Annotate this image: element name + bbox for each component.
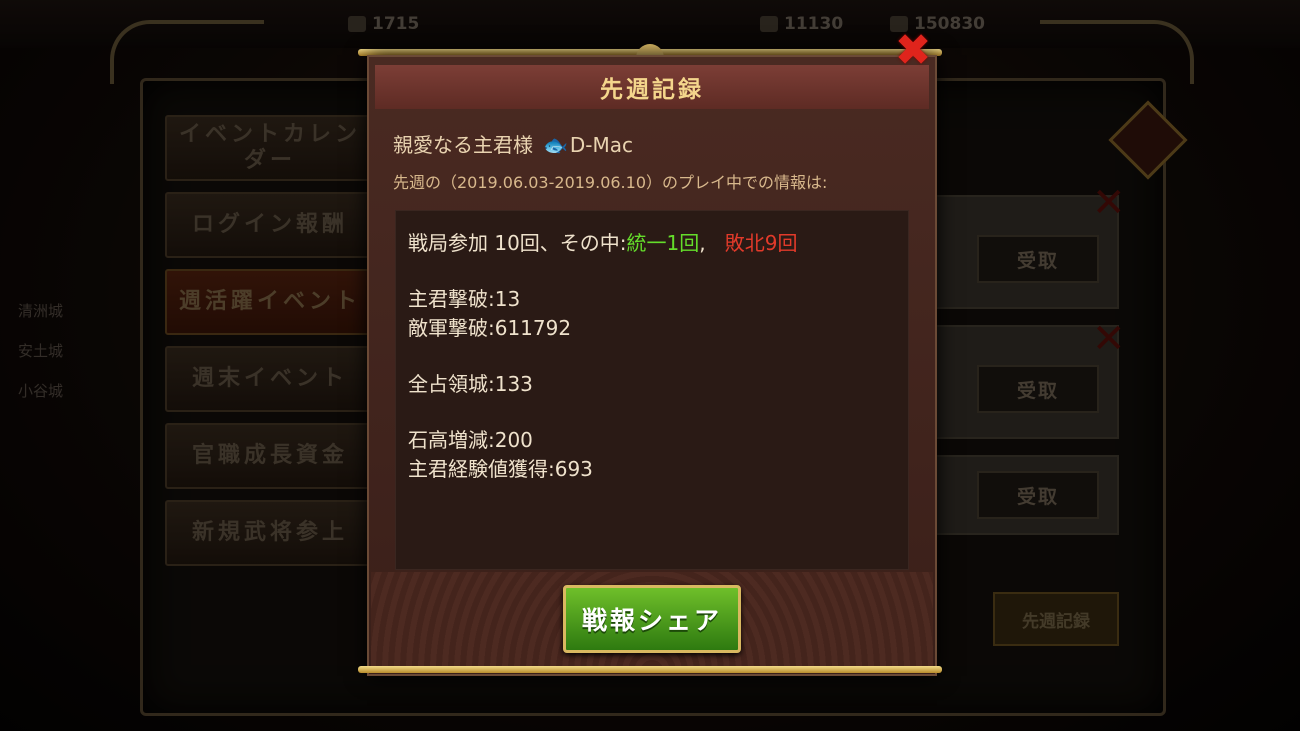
- fish-icon: 🐟: [543, 133, 568, 157]
- unify-count: 統一1回: [626, 231, 700, 255]
- scroll-rod-bottom: [358, 666, 942, 673]
- castles-occupied: 全占領城:133: [408, 372, 533, 396]
- enemy-kills: 敵軍撃破:611792: [408, 316, 572, 340]
- weekly-record-dialog: 先週記録 親愛なる主君様 🐟 D-Mac 先週の（2019.06.03-2019.0…: [367, 55, 937, 676]
- dialog-header: 先週記録: [375, 65, 929, 109]
- greeting: 親愛なる主君様 🐟 D-Mac: [393, 133, 634, 157]
- lord-kills: 主君撃破:13: [408, 287, 521, 311]
- period-text: 先週の（2019.06.03-2019.06.10）のプレイ中での情報は:: [393, 173, 828, 192]
- share-battle-report-button[interactable]: 戦報シェア: [563, 585, 741, 653]
- stone-change: 石高増減:200: [408, 428, 533, 452]
- defeat-count: 敗北9回: [724, 231, 798, 255]
- stats-box: 戦局参加 10回、その中:統一1回, 敗北9回 主君撃破:13 敵軍撃破:611…: [395, 210, 909, 570]
- dialog-title: 先週記録: [600, 76, 704, 103]
- battle-summary: 戦局参加 10回、その中:統一1回, 敗北9回: [408, 231, 798, 255]
- player-name: D-Mac: [569, 133, 634, 157]
- close-icon[interactable]: ✖: [890, 28, 936, 74]
- exp-gained: 主君経験値獲得:693: [408, 457, 593, 481]
